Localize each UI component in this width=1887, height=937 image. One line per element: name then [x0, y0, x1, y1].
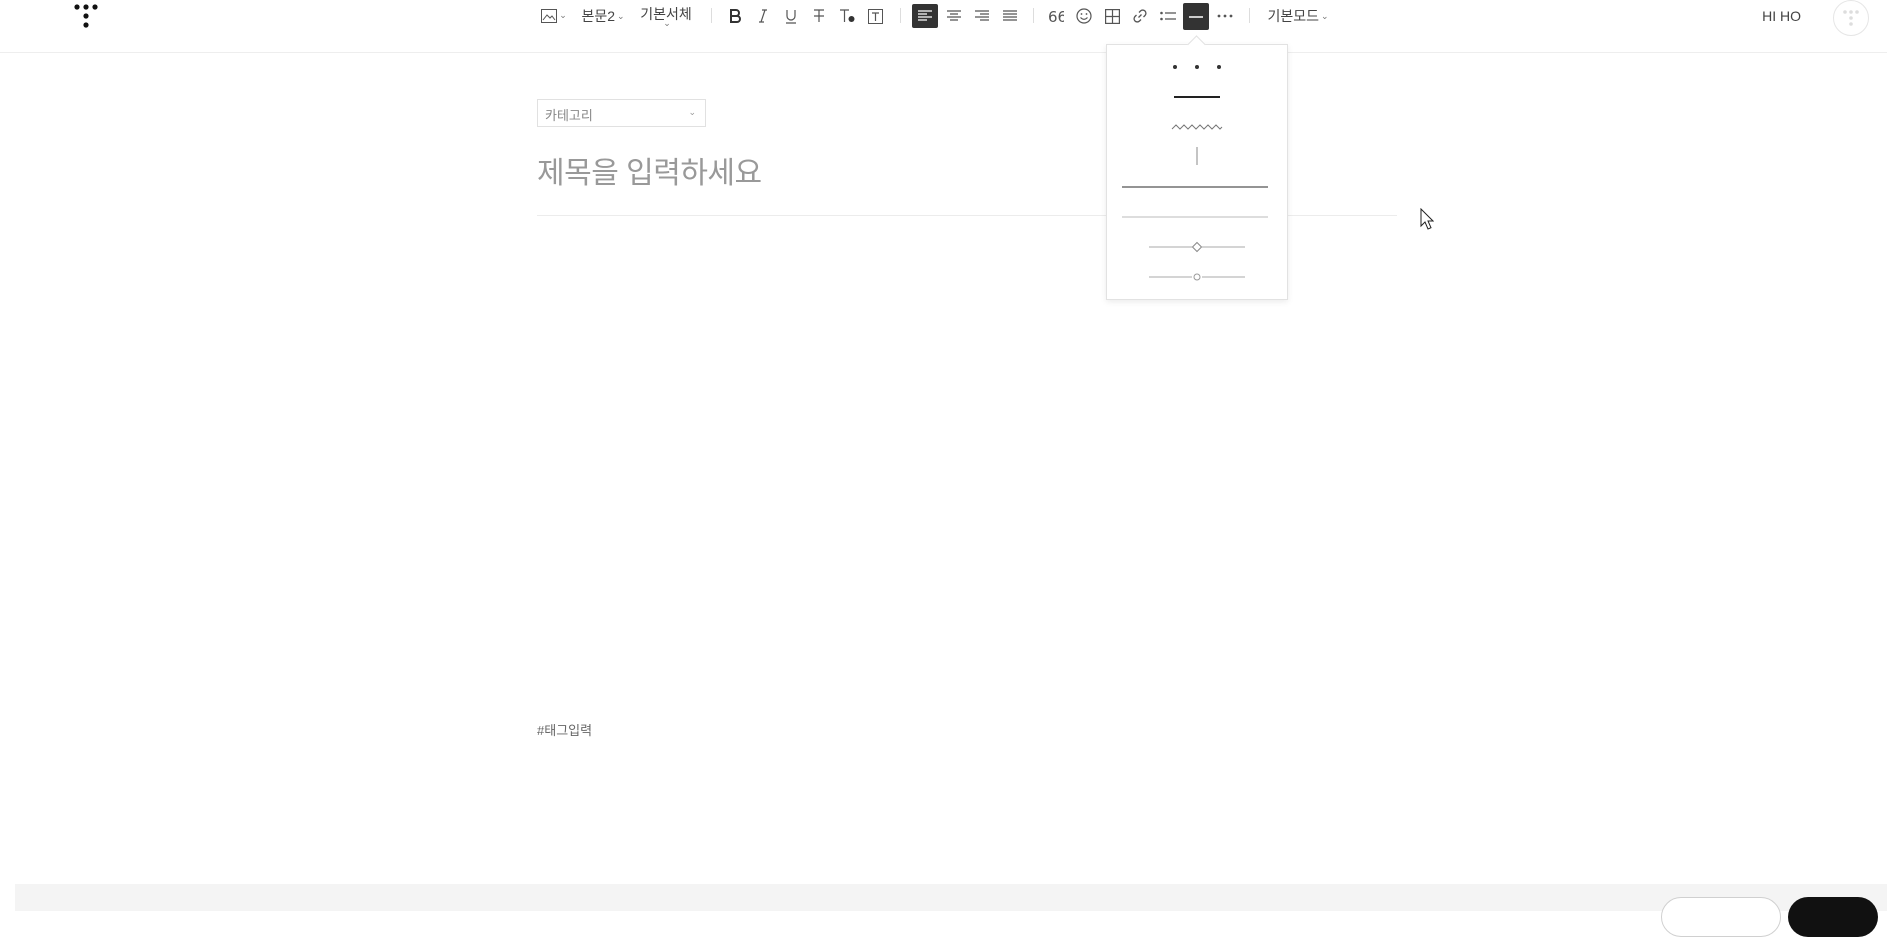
- emoji-icon: [1076, 8, 1092, 24]
- align-justify-button[interactable]: [998, 4, 1022, 28]
- strikethrough-button[interactable]: [808, 4, 830, 28]
- divider-option-long-line[interactable]: [1107, 173, 1287, 201]
- divider-option-dots[interactable]: [1107, 53, 1287, 81]
- font-family-select[interactable]: 기본서체 ⌄: [638, 4, 694, 28]
- divider-option-vertical-line[interactable]: [1107, 143, 1287, 171]
- list-button[interactable]: [1156, 4, 1180, 28]
- toolbar-separator: [900, 8, 901, 23]
- editor-mode-label: 기본모드: [1267, 8, 1319, 24]
- align-center-button[interactable]: [942, 4, 966, 28]
- quote-button[interactable]: 66: [1044, 4, 1068, 28]
- paragraph-style-label: 본문2: [581, 8, 615, 24]
- divider-option-zigzag[interactable]: [1107, 113, 1287, 141]
- top-toolbar: ⌄ 본문2 ⌄ 기본서체 ⌄ 66 기본모드 ⌄ HI HO: [0, 0, 1887, 53]
- strikethrough-icon: [813, 9, 825, 23]
- list-icon: [1160, 10, 1176, 22]
- image-icon: [541, 9, 558, 23]
- divider-style-menu: [1106, 35, 1288, 300]
- link-icon: [1132, 8, 1148, 24]
- align-left-icon: [918, 10, 932, 22]
- table-button[interactable]: [1100, 4, 1124, 28]
- divider-icon: [1189, 15, 1203, 19]
- text-color-button[interactable]: [836, 4, 858, 28]
- chevron-down-icon: ⌄: [617, 10, 625, 21]
- save-draft-button[interactable]: [1661, 897, 1781, 937]
- align-right-icon: [975, 10, 989, 22]
- logo-icon[interactable]: [72, 2, 100, 30]
- emoji-button[interactable]: [1072, 4, 1096, 28]
- text-background-icon: [867, 8, 883, 24]
- image-button[interactable]: ⌄: [540, 4, 568, 28]
- toolbar-separator: [1249, 8, 1250, 23]
- publish-button[interactable]: [1788, 897, 1878, 937]
- text-color-icon: [839, 9, 855, 23]
- svg-text:66: 66: [1048, 10, 1064, 22]
- bottom-bar: [15, 884, 1887, 911]
- bold-button[interactable]: [724, 4, 746, 28]
- title-input[interactable]: 제목을 입력하세요: [537, 148, 762, 192]
- divider-option-line-circle[interactable]: [1107, 263, 1287, 291]
- divider-button[interactable]: [1183, 3, 1209, 30]
- italic-icon: [758, 9, 768, 23]
- category-select[interactable]: 카테고리 ⌄: [537, 99, 706, 127]
- body-editor[interactable]: [537, 230, 1397, 700]
- align-justify-icon: [1003, 10, 1017, 22]
- avatar[interactable]: [1833, 0, 1869, 36]
- mouse-cursor-icon: [1420, 207, 1435, 234]
- bold-icon: [729, 9, 741, 23]
- link-button[interactable]: [1128, 4, 1152, 28]
- toolbar-separator: [711, 8, 712, 23]
- divider-option-line-diamond[interactable]: [1107, 233, 1287, 261]
- more-icon: [1217, 14, 1233, 18]
- paragraph-style-select[interactable]: 본문2 ⌄: [580, 4, 626, 28]
- underline-button[interactable]: [780, 4, 802, 28]
- editor-mode-select[interactable]: 기본모드 ⌄: [1266, 4, 1330, 28]
- tag-input[interactable]: #태그입력: [537, 720, 592, 739]
- underline-icon: [785, 9, 797, 24]
- category-placeholder: 카테고리: [545, 108, 593, 123]
- toolbar-separator: [1033, 8, 1034, 23]
- divider-option-thin-long-line[interactable]: [1107, 203, 1287, 231]
- align-left-button[interactable]: [912, 4, 938, 28]
- align-center-icon: [947, 10, 961, 22]
- chevron-down-icon: ⌄: [688, 107, 696, 117]
- divider-option-short-line[interactable]: [1107, 83, 1287, 111]
- chevron-down-icon: ⌄: [559, 11, 567, 21]
- italic-button[interactable]: [752, 4, 774, 28]
- user-name[interactable]: HI HO: [1762, 8, 1801, 24]
- chevron-down-icon: ⌄: [663, 17, 671, 28]
- more-button[interactable]: [1212, 4, 1238, 28]
- chevron-down-icon: ⌄: [1320, 10, 1329, 21]
- table-icon: [1104, 8, 1120, 24]
- quote-icon: 66: [1048, 10, 1064, 22]
- align-right-button[interactable]: [970, 4, 994, 28]
- text-background-button[interactable]: [864, 4, 886, 28]
